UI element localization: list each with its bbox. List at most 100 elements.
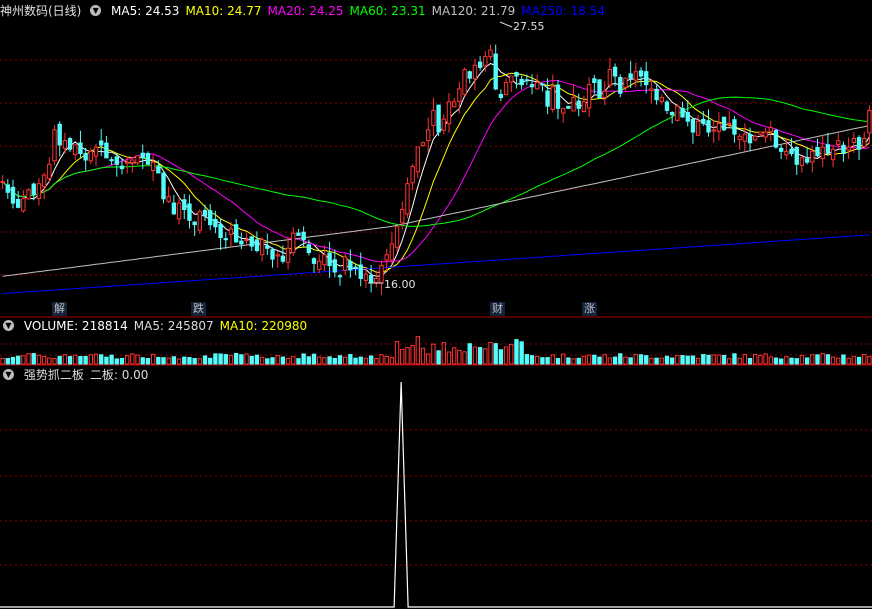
candle bbox=[680, 107, 685, 118]
candle bbox=[638, 70, 644, 77]
candle bbox=[322, 254, 327, 266]
candle bbox=[815, 147, 820, 157]
candle bbox=[727, 122, 732, 125]
volume-bar bbox=[778, 358, 784, 365]
candle bbox=[31, 183, 36, 195]
candle bbox=[161, 172, 166, 200]
candle bbox=[581, 101, 587, 112]
ma-label-2: MA20: 24.25 bbox=[267, 4, 344, 18]
event-tag-unlock[interactable]: 解 bbox=[52, 302, 67, 316]
candle bbox=[41, 174, 47, 188]
candle bbox=[851, 137, 857, 143]
volume-bar bbox=[451, 347, 457, 365]
event-tag-limit-up[interactable]: 涨 bbox=[582, 302, 597, 316]
volume-bar bbox=[576, 357, 581, 365]
volume-bar bbox=[524, 354, 530, 365]
volume-bar bbox=[317, 356, 322, 365]
volume-bar bbox=[721, 354, 727, 365]
candle bbox=[239, 240, 244, 245]
volume-bar bbox=[57, 355, 62, 365]
candle bbox=[721, 116, 727, 131]
volume-bar bbox=[368, 355, 374, 365]
volume-bar bbox=[669, 357, 675, 365]
chevron-down-icon[interactable]: ▼ bbox=[3, 320, 14, 331]
candle bbox=[503, 81, 509, 96]
volume-bar bbox=[815, 354, 820, 365]
candle bbox=[192, 221, 197, 226]
volume-bar bbox=[405, 347, 410, 365]
candle bbox=[244, 239, 249, 242]
candle bbox=[576, 100, 581, 109]
candle bbox=[628, 73, 633, 79]
volume-bar bbox=[150, 353, 156, 365]
candle bbox=[166, 196, 171, 202]
volume-bar bbox=[830, 356, 836, 365]
candle bbox=[342, 256, 348, 271]
candle bbox=[483, 56, 488, 67]
candle bbox=[327, 252, 332, 267]
candle bbox=[249, 236, 254, 247]
candle bbox=[47, 163, 52, 180]
volume-label-0: VOLUME: 218814 bbox=[23, 319, 128, 333]
candle bbox=[57, 123, 62, 146]
volume-bar bbox=[259, 356, 265, 365]
chevron-down-icon[interactable]: ▼ bbox=[3, 369, 14, 380]
volume-bar bbox=[161, 357, 166, 365]
event-tag-finance[interactable]: 财 bbox=[490, 302, 505, 316]
volume-bar bbox=[135, 354, 140, 365]
volume-label-1: MA5: 245807 bbox=[133, 319, 214, 333]
volume-bar bbox=[109, 354, 114, 365]
candle bbox=[99, 140, 104, 146]
volume-bar bbox=[493, 343, 498, 365]
volume-bar bbox=[332, 358, 337, 365]
volume-bar bbox=[514, 339, 519, 365]
volume-bar bbox=[374, 358, 379, 365]
volume-bar bbox=[327, 356, 332, 365]
volume-bar bbox=[618, 353, 623, 365]
candle bbox=[633, 71, 639, 81]
volume-bar bbox=[291, 356, 296, 365]
indicator-label-1: 二板: 0.00 bbox=[89, 368, 149, 382]
candle bbox=[446, 101, 452, 125]
chevron-down-icon[interactable]: ▼ bbox=[90, 5, 102, 16]
event-tag-limit-down[interactable]: 跌 bbox=[191, 302, 206, 316]
candle bbox=[400, 209, 405, 224]
candle bbox=[514, 72, 519, 77]
volume-bar bbox=[664, 355, 670, 365]
volume-bar bbox=[732, 353, 737, 365]
volume-bar bbox=[88, 354, 94, 365]
candle bbox=[706, 120, 711, 133]
volume-bar bbox=[394, 341, 400, 365]
candle bbox=[592, 78, 597, 83]
candle bbox=[5, 184, 10, 193]
volume-bar bbox=[472, 346, 478, 365]
volume-bar bbox=[275, 355, 280, 365]
candle bbox=[586, 84, 592, 109]
candle bbox=[566, 105, 571, 109]
indicator-legend: 强势抓二板 二板: 0.00 bbox=[24, 368, 155, 382]
candle bbox=[753, 135, 758, 141]
volume-bar bbox=[654, 357, 659, 365]
candle bbox=[555, 84, 561, 109]
volume-bar bbox=[581, 355, 587, 365]
volume-bar bbox=[228, 354, 234, 365]
candle bbox=[794, 146, 799, 165]
stock-title: 神州数码(日线) bbox=[0, 4, 82, 18]
low-price-mark: 16.00 bbox=[384, 278, 416, 291]
candle bbox=[311, 258, 317, 264]
candle bbox=[856, 137, 862, 150]
volume-bar bbox=[462, 351, 467, 365]
volume-bar bbox=[441, 342, 446, 365]
candle bbox=[202, 209, 208, 217]
volume-bar bbox=[856, 356, 862, 365]
volume-bar bbox=[410, 345, 415, 365]
volume-bar bbox=[114, 358, 119, 365]
volume-bar bbox=[254, 354, 260, 365]
volume-bar bbox=[763, 353, 768, 365]
candle bbox=[265, 245, 270, 249]
volume-bar bbox=[218, 353, 223, 365]
volume-bar bbox=[550, 354, 555, 365]
volume-bar bbox=[529, 355, 535, 365]
candle bbox=[114, 156, 119, 165]
candle bbox=[62, 140, 68, 149]
